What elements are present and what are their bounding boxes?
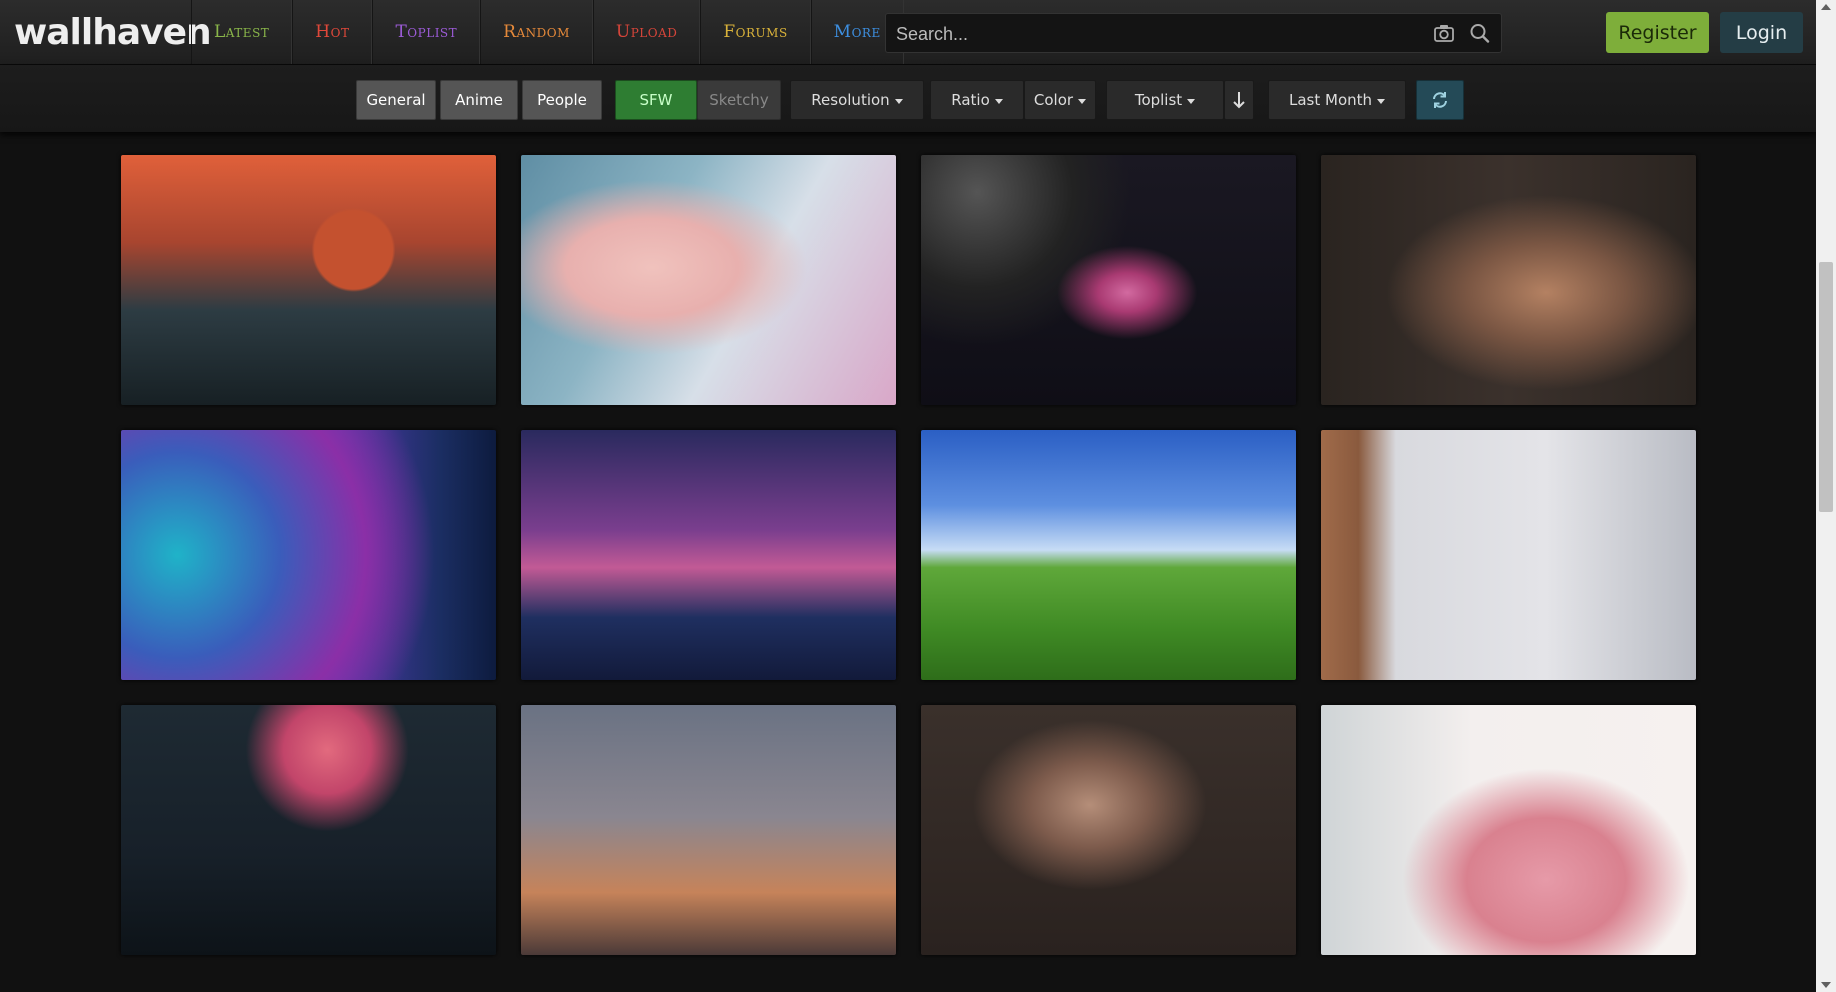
wallpaper-thumbnail[interactable] bbox=[921, 430, 1296, 680]
ratio-dropdown[interactable]: Ratio bbox=[930, 80, 1024, 120]
wallpaper-thumbnail[interactable] bbox=[1321, 155, 1696, 405]
color-label: Color bbox=[1033, 91, 1074, 109]
camera-icon[interactable] bbox=[1433, 23, 1455, 43]
category-people-toggle[interactable]: People bbox=[522, 80, 602, 120]
search-box bbox=[885, 13, 1502, 54]
ratio-label: Ratio bbox=[951, 91, 990, 109]
purity-sketchy-toggle[interactable]: Sketchy bbox=[697, 80, 781, 120]
wallpaper-thumbnail[interactable] bbox=[1321, 705, 1696, 955]
wallpaper-thumbnail[interactable] bbox=[921, 705, 1296, 955]
chevron-down-icon bbox=[1187, 99, 1196, 104]
wallpaper-thumbnail[interactable] bbox=[121, 155, 496, 405]
register-button[interactable]: Register bbox=[1606, 12, 1709, 53]
toprange-dropdown[interactable]: Last Month bbox=[1268, 80, 1406, 120]
wallpaper-thumbnail[interactable] bbox=[521, 430, 896, 680]
chevron-down-icon bbox=[1078, 99, 1087, 104]
arrow-down-icon bbox=[1233, 92, 1245, 109]
category-anime-toggle[interactable]: Anime bbox=[440, 80, 518, 120]
wallpaper-thumbnail[interactable] bbox=[121, 430, 496, 680]
login-button[interactable]: Login bbox=[1720, 12, 1803, 53]
resolution-label: Resolution bbox=[811, 91, 890, 109]
sorting-dropdown[interactable]: Toplist bbox=[1106, 80, 1224, 120]
nav-toplist[interactable]: Toplist bbox=[372, 0, 481, 64]
chevron-down-icon bbox=[994, 99, 1003, 104]
search-input[interactable] bbox=[894, 14, 1418, 54]
wallpaper-thumbnail[interactable] bbox=[521, 705, 896, 955]
chevron-down-icon bbox=[894, 99, 903, 104]
wallpaper-thumbnail[interactable] bbox=[921, 155, 1296, 405]
top-navbar: wallhaven Latest Hot Toplist Random Uplo… bbox=[0, 0, 1816, 65]
wallpaper-thumbnail[interactable] bbox=[521, 155, 896, 405]
sort-order-button[interactable] bbox=[1224, 80, 1254, 120]
wallpaper-thumbnail[interactable] bbox=[1321, 430, 1696, 680]
chevron-down-icon bbox=[1377, 99, 1386, 104]
search-icon[interactable] bbox=[1469, 23, 1491, 43]
nav-hot[interactable]: Hot bbox=[292, 0, 373, 64]
wallpaper-thumbnail[interactable] bbox=[121, 705, 496, 955]
color-dropdown[interactable]: Color bbox=[1024, 80, 1096, 120]
sorting-label: Toplist bbox=[1134, 91, 1183, 109]
scrollbar-thumb[interactable] bbox=[1819, 262, 1833, 512]
scroll-up-icon[interactable] bbox=[1821, 4, 1831, 10]
toprange-label: Last Month bbox=[1288, 91, 1373, 109]
category-general-toggle[interactable]: General bbox=[356, 80, 436, 120]
nav-random[interactable]: Random bbox=[480, 0, 593, 64]
scroll-down-icon[interactable] bbox=[1821, 982, 1831, 988]
site-logo[interactable]: wallhaven bbox=[14, 12, 212, 53]
nav-forums[interactable]: Forums bbox=[700, 0, 811, 64]
refresh-icon bbox=[1433, 92, 1447, 108]
refresh-search-button[interactable] bbox=[1416, 80, 1464, 120]
purity-sfw-toggle[interactable]: SFW bbox=[615, 80, 697, 120]
nav-latest[interactable]: Latest bbox=[191, 0, 293, 64]
search-filter-bar: General Anime People SFW Sketchy Resolut… bbox=[0, 65, 1816, 132]
main-nav: Latest Hot Toplist Random Upload Forums … bbox=[191, 0, 904, 64]
resolution-dropdown[interactable]: Resolution bbox=[790, 80, 924, 120]
nav-upload[interactable]: Upload bbox=[592, 0, 701, 64]
